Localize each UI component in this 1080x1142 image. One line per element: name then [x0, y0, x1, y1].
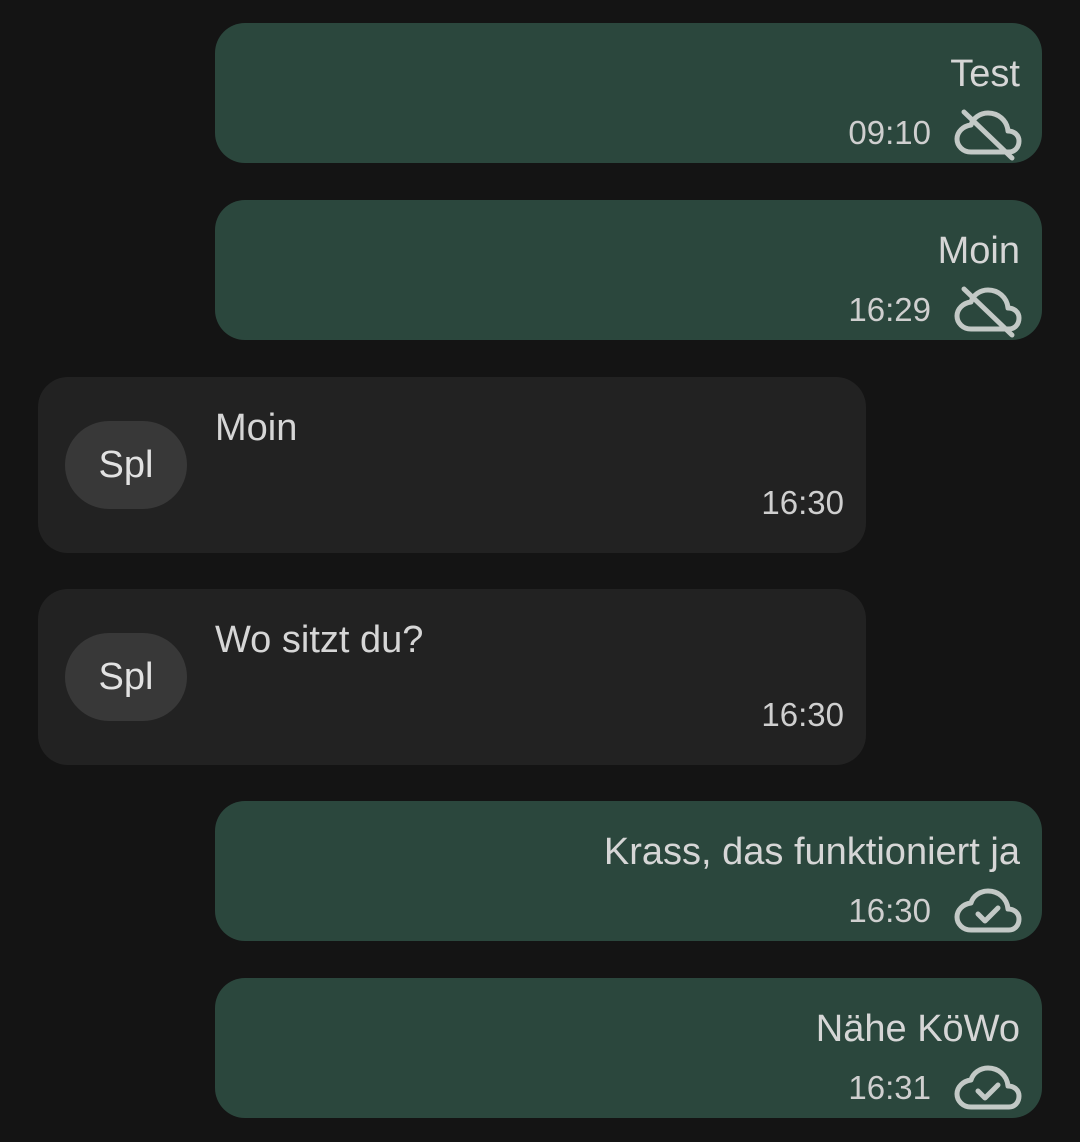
cloud-off-icon: [954, 105, 1022, 161]
outgoing-message[interactable]: Krass, das funktioniert ja 16:30: [215, 801, 1042, 941]
incoming-message[interactable]: Spl Moin 16:30: [38, 377, 866, 553]
message-text: Nähe KöWo: [815, 1008, 1020, 1050]
message-text: Moin: [215, 407, 298, 449]
message-time: 16:30: [761, 696, 844, 733]
message-text: Krass, das funktioniert ja: [603, 831, 1020, 873]
message-time: 16:30: [848, 892, 931, 929]
cloud-off-icon: [954, 282, 1022, 338]
message-text: Moin: [937, 230, 1020, 272]
message-time: 16:30: [761, 484, 844, 521]
message-text: Test: [950, 53, 1020, 95]
outgoing-message[interactable]: Moin 16:29: [215, 200, 1042, 340]
message-text: Wo sitzt du?: [215, 619, 424, 661]
cloud-check-icon: [954, 883, 1022, 939]
avatar[interactable]: Spl: [65, 633, 187, 721]
incoming-message[interactable]: Spl Wo sitzt du? 16:30: [38, 589, 866, 765]
message-time: 09:10: [848, 114, 931, 151]
message-time: 16:31: [848, 1069, 931, 1106]
chat-message-list[interactable]: Test 09:10 Moin 16:29 Spl Moin 16:30 Spl…: [0, 0, 1080, 1142]
outgoing-message[interactable]: Nähe KöWo 16:31: [215, 978, 1042, 1118]
outgoing-message[interactable]: Test 09:10: [215, 23, 1042, 163]
message-time: 16:29: [848, 291, 931, 328]
avatar[interactable]: Spl: [65, 421, 187, 509]
cloud-check-icon: [954, 1060, 1022, 1116]
